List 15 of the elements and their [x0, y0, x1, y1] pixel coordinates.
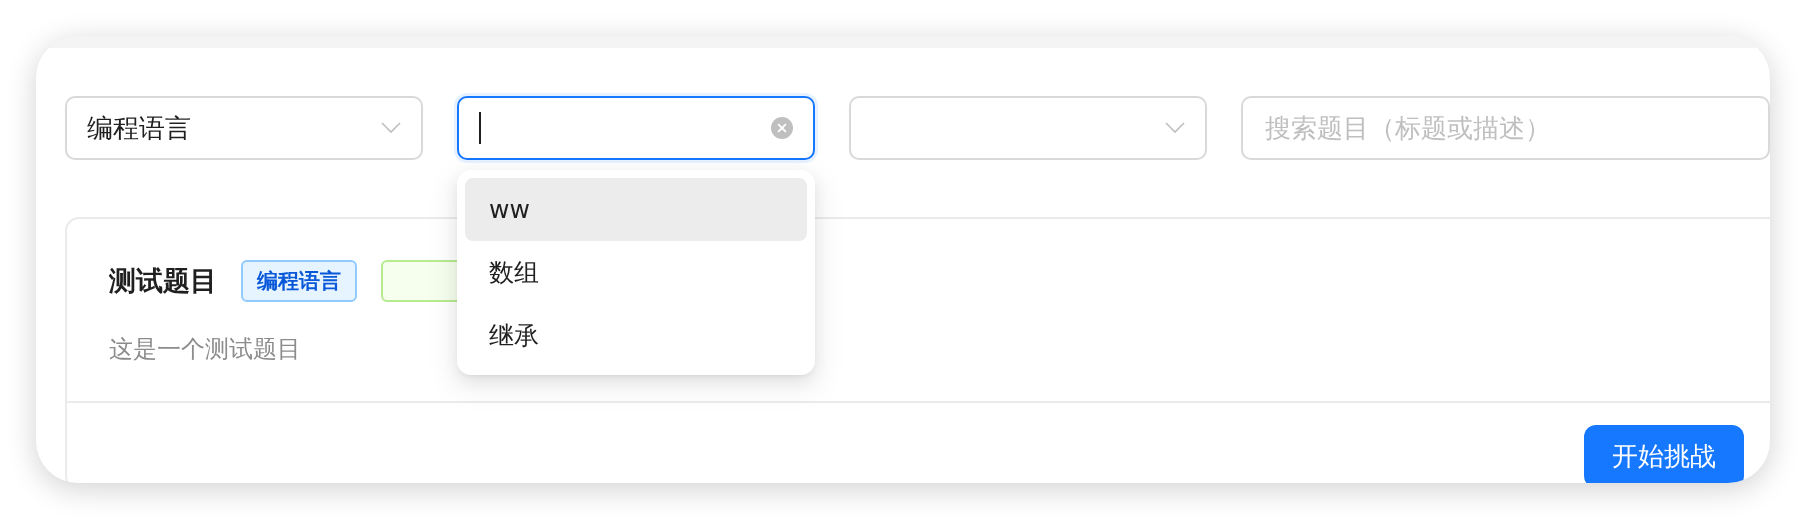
start-button[interactable]: 开始挑战: [1584, 425, 1744, 483]
dropdown-option[interactable]: 继承: [465, 304, 807, 367]
search-field[interactable]: 搜索题目（标题或描述）: [1241, 96, 1770, 160]
text-cursor: [479, 112, 481, 144]
clear-icon[interactable]: [771, 117, 793, 139]
select-value: 编程语言: [87, 111, 191, 145]
select-field[interactable]: 编程语言: [65, 96, 423, 160]
dropdown-option[interactable]: ww: [465, 178, 807, 241]
tag: 编程语言: [241, 260, 357, 302]
select-field[interactable]: [457, 96, 815, 160]
dropdown-option[interactable]: 数组: [465, 241, 807, 304]
caret-icon: [1165, 122, 1185, 134]
question-title: 测试题目: [109, 264, 217, 298]
caret-icon: [381, 122, 401, 134]
question-description: 这是一个测试题目: [109, 334, 301, 365]
